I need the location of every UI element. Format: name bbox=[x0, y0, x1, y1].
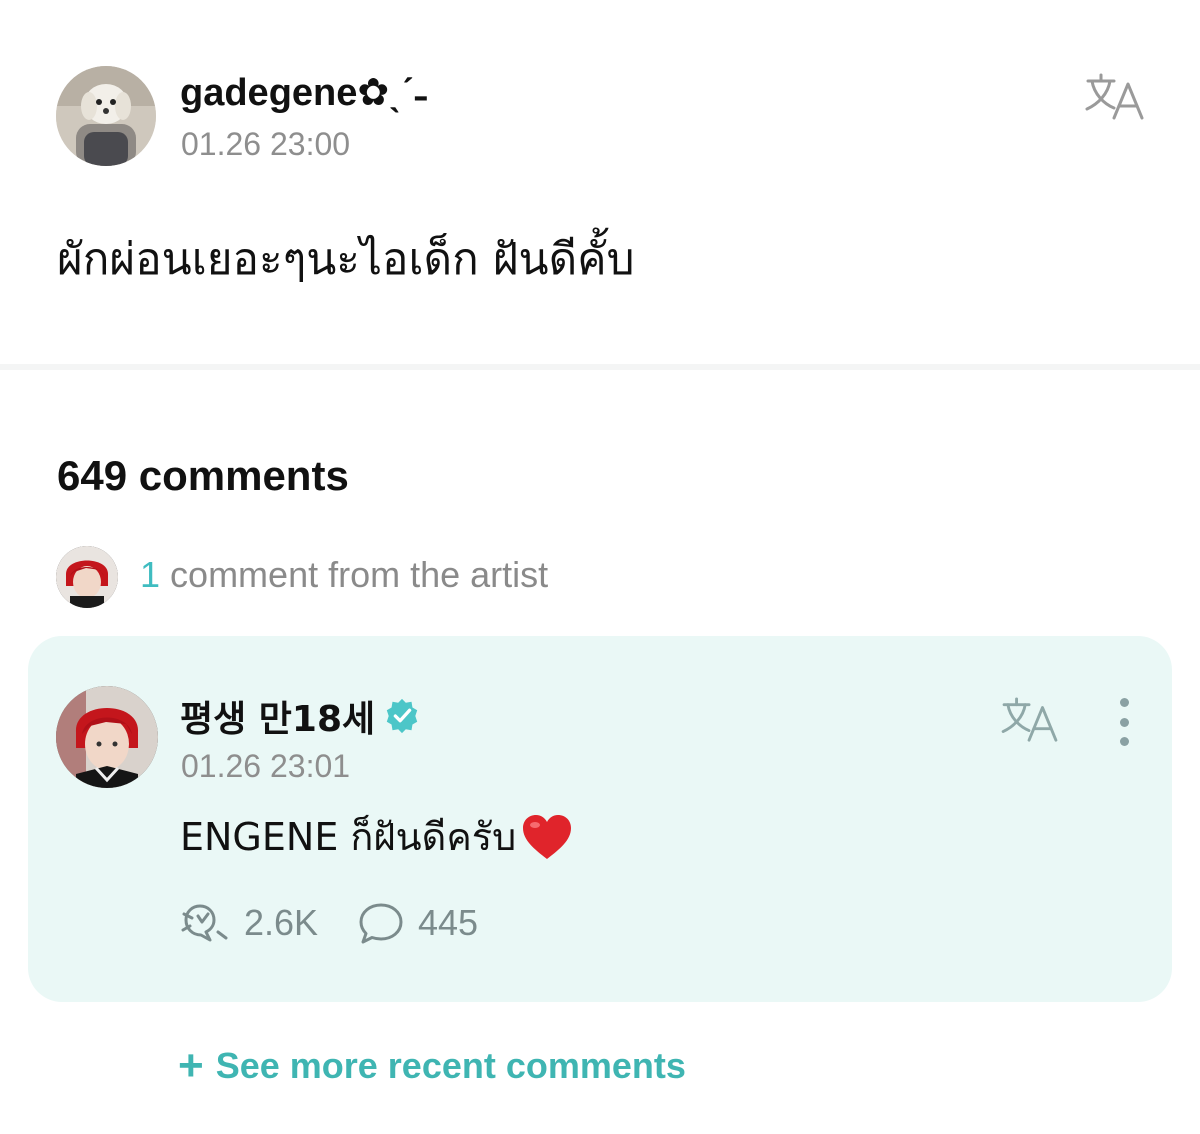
verified-badge-icon bbox=[386, 698, 418, 734]
more-options-icon[interactable] bbox=[1112, 698, 1136, 746]
artist-comment-count: 1 bbox=[140, 554, 161, 595]
post-author-name[interactable]: gadegene✿ˎˊ˗ bbox=[180, 70, 427, 115]
artist-comment-label: comment from the artist bbox=[170, 554, 549, 595]
artist-avatar-small[interactable] bbox=[56, 546, 118, 608]
comments-count: 649 comments bbox=[57, 452, 349, 499]
artist-name: 평생 만18세 bbox=[180, 699, 376, 740]
artist-comment-body: ENGENE ก็ฝันดีครับ bbox=[180, 806, 574, 867]
like-count: 2.6K bbox=[244, 902, 319, 943]
speech-bubble-icon bbox=[359, 903, 403, 944]
like-button[interactable]: 2.6K bbox=[180, 902, 318, 944]
cheer-icon bbox=[181, 904, 228, 942]
translate-icon[interactable] bbox=[1000, 696, 1060, 744]
plus-icon: + bbox=[178, 1041, 204, 1090]
reply-button[interactable]: 445 bbox=[358, 902, 478, 944]
artist-avatar[interactable] bbox=[56, 686, 158, 788]
artist-comment-author[interactable]: 평생 만18세 bbox=[180, 690, 421, 742]
reply-count: 445 bbox=[418, 902, 479, 943]
post-timestamp: 01.26 23:00 bbox=[181, 126, 351, 162]
artist-comment-timestamp: 01.26 23:01 bbox=[181, 748, 351, 784]
see-more-comments-link[interactable]: + See more recent comments bbox=[178, 1044, 686, 1088]
post-page: gadegene✿ˎˊ˗ 01.26 23:00 ผักผ่อนเยอะๆนะไ… bbox=[0, 0, 1200, 1134]
red-heart-icon bbox=[523, 814, 572, 859]
artist-comment-text: ENGENE ก็ฝันดีครับ bbox=[180, 815, 517, 859]
artist-comments-link[interactable]: 1 comment from the artist bbox=[140, 554, 548, 596]
section-divider bbox=[0, 364, 1200, 370]
post-body-text: ผักผ่อนเยอะๆนะไอเด็ก ฝันดีคั้บ bbox=[57, 234, 635, 285]
see-more-label: See more recent comments bbox=[215, 1045, 686, 1086]
translate-icon[interactable] bbox=[1084, 72, 1146, 122]
post-author-avatar[interactable] bbox=[56, 66, 156, 166]
